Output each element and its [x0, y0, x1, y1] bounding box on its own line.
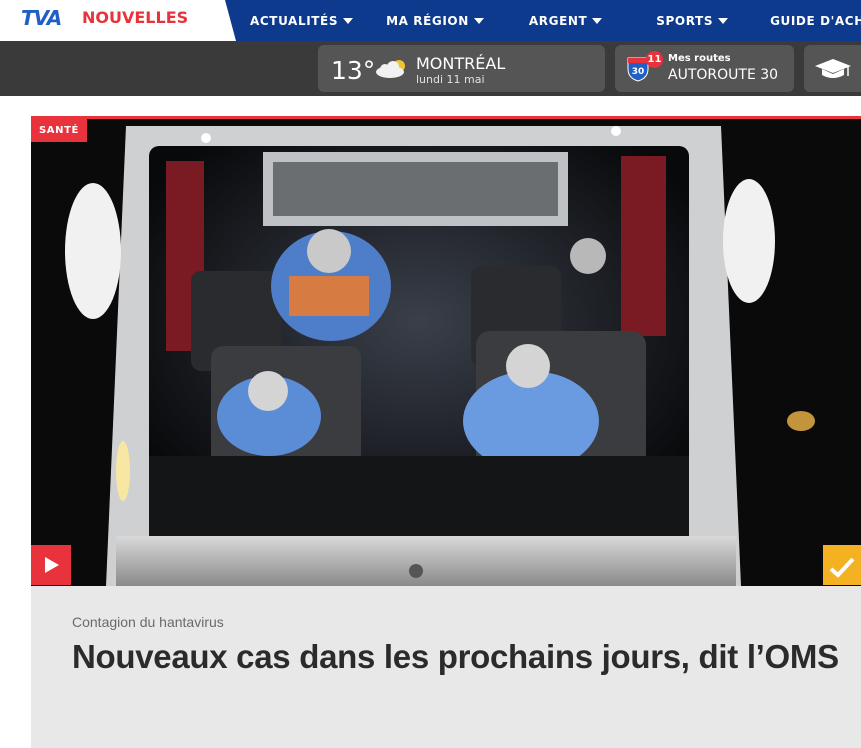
routes-count-badge: 11 [646, 51, 663, 68]
nav-item-label: SPORTS [656, 13, 714, 28]
article-summary[interactable]: Contagion du hantavirus Nouveaux cas dan… [31, 586, 861, 748]
nav-item-label: ARGENT [528, 13, 588, 28]
school-widget[interactable] [804, 45, 861, 92]
weather-date: lundi 11 mai [416, 73, 485, 86]
nav-item-label: ACTUALITÉS [250, 13, 339, 28]
routes-title: Mes routes [668, 53, 731, 64]
trending-check-icon [829, 557, 855, 578]
chevron-down-icon [718, 17, 729, 24]
highway-number: 30 [632, 67, 645, 77]
nav-menu: ACTUALITÉS MA RÉGION ARGENT SPORTS GUIDE… [236, 0, 861, 41]
logo-tva-text: TVA [21, 6, 62, 30]
weather-city: MONTRÉAL [416, 54, 506, 73]
article-hero-image[interactable] [31, 116, 861, 586]
play-video-button[interactable] [31, 545, 71, 585]
chevron-down-icon [473, 17, 484, 24]
info-bar: 13° MONTRÉAL lundi 11 mai 30 11 Mes rout… [0, 41, 861, 96]
top-navigation: TVA NOUVELLES ACTUALITÉS MA RÉGION ARGEN… [0, 0, 861, 41]
chevron-down-icon [343, 17, 354, 24]
site-logo[interactable]: TVA NOUVELLES [0, 0, 236, 41]
nav-item-ma-region[interactable]: MA RÉGION [386, 14, 484, 28]
hero-accent-line [31, 116, 861, 119]
article-kicker: Contagion du hantavirus [72, 614, 224, 630]
play-icon [45, 557, 59, 573]
nav-item-actualites[interactable]: ACTUALITÉS [250, 13, 354, 28]
chevron-down-icon [592, 17, 603, 24]
partly-cloudy-icon [376, 60, 405, 78]
live-coverage-button[interactable] [823, 545, 861, 585]
weather-temperature: 13° [331, 56, 376, 85]
weather-widget[interactable]: 13° MONTRÉAL lundi 11 mai [318, 45, 605, 92]
routes-route-name: AUTOROUTE 30 [668, 67, 779, 83]
article-headline[interactable]: Nouveaux cas dans les prochains jours, d… [72, 638, 839, 676]
nav-item-label: MA RÉGION [386, 13, 469, 28]
logo-brand-text: NOUVELLES [82, 8, 189, 27]
nav-item-label: GUIDE D'ACHAT [770, 13, 861, 28]
nav-item-sports[interactable]: SPORTS [656, 13, 729, 28]
nav-item-guide-achat[interactable]: GUIDE D'ACHAT [770, 14, 861, 28]
nav-item-argent[interactable]: ARGENT [528, 13, 603, 28]
category-tag[interactable]: SANTÉ [31, 119, 87, 142]
bus-photo [31, 116, 861, 586]
graduation-cap-icon [815, 59, 851, 78]
my-routes-widget[interactable]: 30 11 Mes routes AUTOROUTE 30 [615, 45, 794, 92]
